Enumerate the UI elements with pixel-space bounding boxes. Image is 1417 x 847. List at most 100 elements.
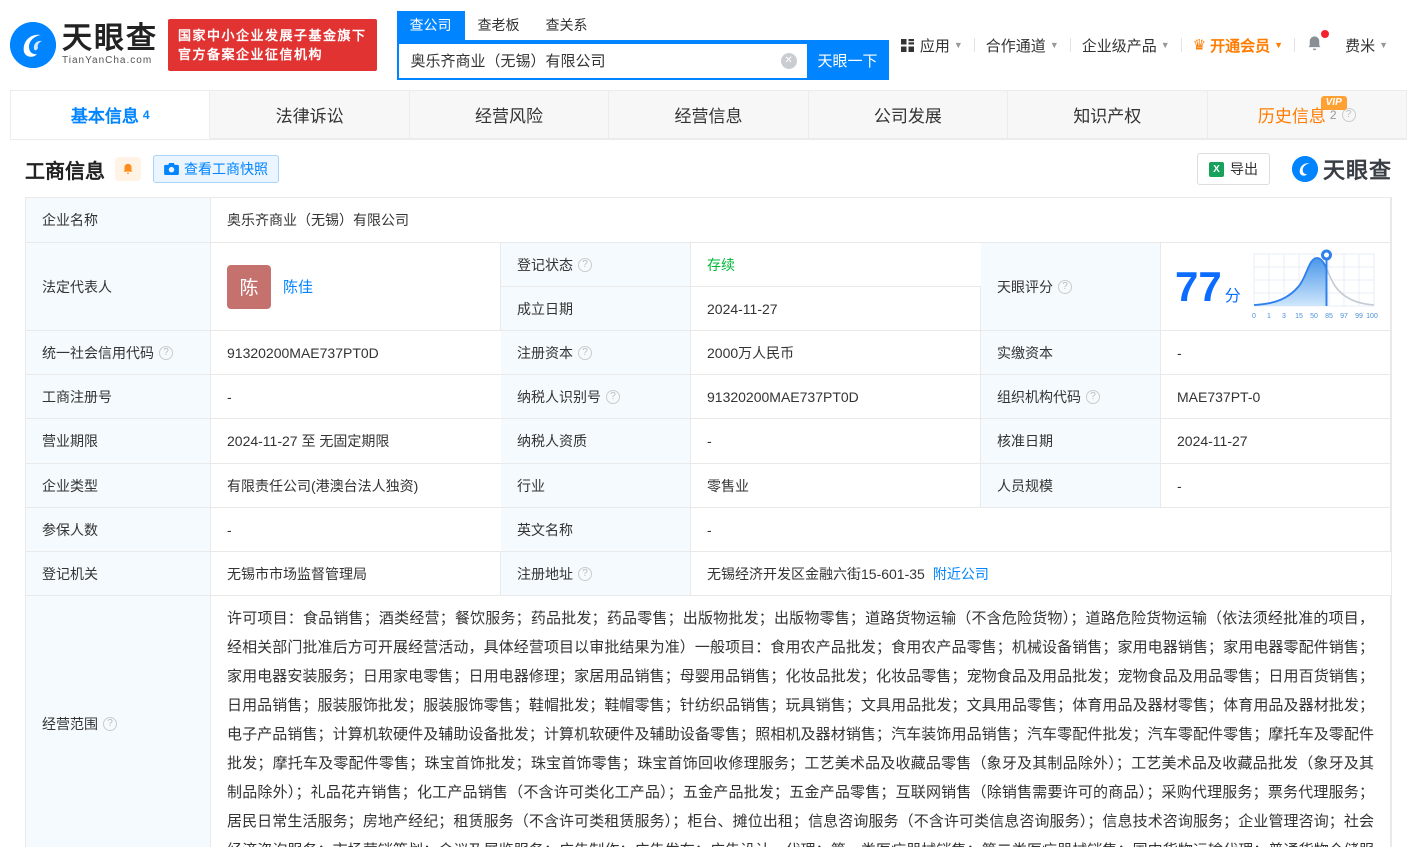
notification-dot (1321, 30, 1329, 38)
field-label: 天眼评分? (981, 243, 1161, 331)
help-icon[interactable]: ? (103, 717, 117, 731)
field-label: 注册资本? (501, 331, 691, 375)
tianyancha-logo-icon (1292, 156, 1318, 182)
paid-capital-value: - (1161, 331, 1391, 375)
tianyancha-logo-icon (10, 22, 56, 68)
svg-text:97: 97 (1340, 313, 1348, 320)
help-icon[interactable]: ? (578, 346, 592, 360)
watermark-logo: 天眼查 (1292, 153, 1392, 185)
logo-name: 天眼查 (62, 24, 158, 54)
reg-authority-value: 无锡市市场监督管理局 (211, 552, 501, 596)
svg-text:0: 0 (1252, 313, 1256, 320)
business-scope-value: 许可项目：食品销售；酒类经营；餐饮服务；药品批发；药品零售；出版物批发；出版物零… (211, 596, 1391, 847)
approval-date-value: 2024-11-27 (1161, 419, 1391, 464)
business-term-value: 2024-11-27 至 无固定期限 (211, 419, 501, 464)
taxpayer-id-value: 91320200MAE737PT0D (691, 375, 981, 419)
company-name-value: 奥乐齐商业（无锡）有限公司 (211, 198, 1391, 243)
nav-user[interactable]: 费米▼ (1334, 35, 1399, 56)
chevron-down-icon: ▼ (1050, 40, 1059, 50)
notification-bell[interactable] (1295, 34, 1334, 57)
badge-line1: 国家中小企业发展子基金旗下 (178, 26, 367, 45)
field-label: 法定代表人 (26, 243, 211, 331)
company-type-value: 有限责任公司(港澳台法人独资) (211, 464, 501, 508)
org-code-value: MAE737PT-0 (1161, 375, 1391, 419)
legal-rep-link[interactable]: 陈佳 (283, 276, 313, 297)
svg-text:15: 15 (1295, 313, 1303, 320)
search-input[interactable] (399, 52, 807, 69)
nav-enterprise[interactable]: 企业级产品▼ (1071, 35, 1181, 56)
crown-icon: ♛ (1193, 36, 1206, 54)
field-label: 企业类型 (26, 464, 211, 508)
field-label: 实缴资本 (981, 331, 1161, 375)
search-button[interactable]: 天眼一下 (807, 42, 889, 80)
tianyancha-logo[interactable]: 天眼查 TianYanCha.com (10, 22, 158, 68)
tab-operation[interactable]: 经营信息 (609, 90, 808, 139)
score-marker-pin (1322, 251, 1330, 259)
chevron-down-icon: ▼ (1379, 40, 1388, 50)
tab-risk[interactable]: 经营风险 (410, 90, 609, 139)
excel-icon: X (1209, 162, 1224, 177)
vip-badge: VIP (1321, 96, 1347, 110)
legal-rep-cell: 陈 陈佳 (211, 243, 501, 331)
field-label: 英文名称 (501, 508, 691, 552)
field-label: 参保人数 (26, 508, 211, 552)
nav-open-vip[interactable]: ♛ 开通会员▼ (1182, 35, 1294, 56)
tab-basic-info[interactable]: 基本信息4 (10, 90, 210, 139)
snapshot-button[interactable]: 查看工商快照 (153, 155, 279, 183)
field-label: 核准日期 (981, 419, 1161, 464)
field-label: 纳税人资质 (501, 419, 691, 464)
chevron-down-icon: ▼ (954, 40, 963, 50)
field-label: 行业 (501, 464, 691, 508)
reg-number-value: - (211, 375, 501, 419)
chevron-down-icon: ▼ (1161, 40, 1170, 50)
nav-partner[interactable]: 合作通道▼ (975, 35, 1070, 56)
search-area: 查公司 查老板 查关系 ✕ 天眼一下 (397, 11, 889, 80)
svg-text:3: 3 (1282, 313, 1286, 320)
score-chart: 0 1 3 15 50 85 97 99 100 (1251, 248, 1379, 326)
staff-size-value: - (1161, 464, 1391, 508)
page-tabs: 基本信息4 法律诉讼 经营风险 经营信息 公司发展 知识产权 VIP 历史信息2… (10, 90, 1407, 140)
export-button[interactable]: X 导出 (1197, 153, 1270, 185)
field-label: 营业期限 (26, 419, 211, 464)
field-label: 注册地址? (501, 552, 691, 596)
field-label: 成立日期 (501, 287, 691, 331)
nearby-companies-link[interactable]: 附近公司 (933, 564, 989, 584)
svg-text:85: 85 (1325, 313, 1333, 320)
help-icon[interactable]: ? (1086, 390, 1100, 404)
search-tab-company[interactable]: 查公司 (397, 11, 465, 40)
search-tab-relation[interactable]: 查关系 (533, 11, 601, 40)
field-label: 经营范围? (26, 596, 211, 847)
help-icon[interactable]: ? (159, 346, 173, 360)
score-value: 77 (1175, 266, 1222, 308)
insured-count-value: - (211, 508, 501, 552)
field-label: 登记状态? (501, 243, 691, 287)
help-icon[interactable]: ? (578, 567, 592, 581)
tab-legal[interactable]: 法律诉讼 (210, 90, 409, 139)
help-icon[interactable]: ? (578, 258, 592, 272)
monitor-bell-button[interactable] (115, 157, 141, 181)
field-label: 纳税人识别号? (501, 375, 691, 419)
badge-line2: 官方备案企业征信机构 (178, 45, 367, 64)
logo-domain: TianYanCha.com (62, 55, 158, 66)
nav-apps[interactable]: 应用▼ (889, 35, 974, 56)
tab-history[interactable]: VIP 历史信息2 ? (1208, 90, 1407, 139)
business-info-table: 企业名称 奥乐齐商业（无锡）有限公司 法定代表人 陈 陈佳 登记状态? 存续 成… (25, 197, 1392, 847)
field-label: 组织机构代码? (981, 375, 1161, 419)
search-clear-icon[interactable]: ✕ (781, 53, 797, 69)
top-nav: 应用▼ 合作通道▼ 企业级产品▼ ♛ 开通会员▼ 费米▼ (889, 34, 1399, 57)
help-icon[interactable]: ? (1058, 280, 1072, 294)
section-title: 工商信息 (25, 155, 105, 184)
svg-text:1: 1 (1267, 313, 1271, 320)
tab-development[interactable]: 公司发展 (809, 90, 1008, 139)
field-label: 统一社会信用代码? (26, 331, 211, 375)
camera-icon (164, 163, 179, 175)
help-icon[interactable]: ? (606, 390, 620, 404)
search-tab-boss[interactable]: 查老板 (465, 11, 533, 40)
status-badge: 存续 (707, 255, 735, 275)
apps-grid-icon (900, 38, 915, 53)
tab-ip[interactable]: 知识产权 (1008, 90, 1207, 139)
field-label: 企业名称 (26, 198, 211, 243)
legal-rep-avatar[interactable]: 陈 (227, 265, 271, 309)
reg-address-value: 无锡经济开发区金融六街15-601-35 附近公司 (691, 552, 1391, 596)
svg-text:100: 100 (1366, 313, 1378, 320)
